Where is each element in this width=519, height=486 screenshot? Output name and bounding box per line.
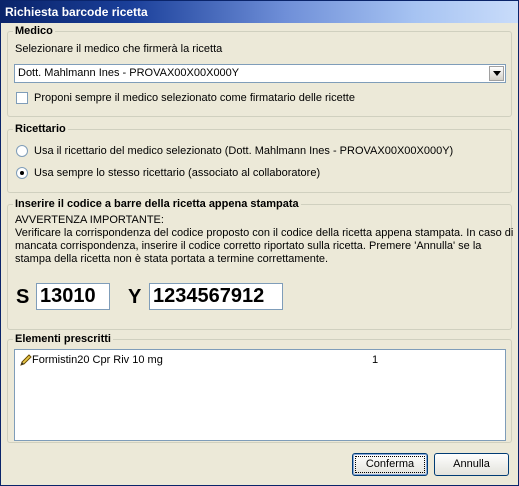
warning-title: AVVERTENZA IMPORTANTE:	[15, 214, 164, 226]
barcode-group: Inserire il codice a barre della ricetta…	[7, 198, 514, 330]
y-label: Y	[128, 286, 142, 308]
s-label: S	[16, 286, 30, 308]
propose-medico-checkbox[interactable]	[16, 92, 28, 104]
cancel-button[interactable]: Annulla	[434, 453, 509, 476]
y-code-input[interactable]: 1234567912	[149, 283, 283, 310]
window-title: Richiesta barcode ricetta	[5, 5, 148, 19]
radio-selected-dot	[20, 171, 24, 175]
ricettario-group: Ricettario Usa il ricettario del medico …	[7, 123, 512, 193]
medico-group: Medico Selezionare il medico che firmerà…	[7, 25, 512, 117]
s-code-input[interactable]: 13010	[36, 283, 110, 310]
warning-line-2: mancata corrispondenza, inserire il codi…	[15, 240, 482, 252]
item-quantity: 1	[372, 354, 379, 366]
medico-select[interactable]: Dott. Mahlmann Ines - PROVAX00X00X000Y	[14, 64, 506, 83]
pencil-icon	[19, 353, 33, 370]
list-item[interactable]: Formistin20 Cpr Riv 10 mg 1	[15, 353, 505, 369]
medico-select-value: Dott. Mahlmann Ines - PROVAX00X00X000Y	[18, 67, 240, 79]
ricettario-option1-radio[interactable]	[16, 145, 28, 157]
title-bar[interactable]: Richiesta barcode ricetta	[1, 1, 518, 23]
warning-line-3: stampa della ricetta non è stata portata…	[15, 253, 329, 265]
warning-line-1: Verificare la corrispondenza del codice …	[15, 227, 514, 239]
chevron-down-icon[interactable]	[489, 66, 504, 81]
propose-medico-label: Proponi sempre il medico selezionato com…	[34, 92, 355, 104]
ricettario-legend: Ricettario	[15, 123, 66, 135]
elementi-legend: Elementi prescritti	[15, 333, 111, 345]
confirm-button[interactable]: Conferma	[352, 453, 428, 476]
ricettario-option1-label: Usa il ricettario del medico selezionato…	[34, 145, 454, 157]
ricettario-option2-label: Usa sempre lo stesso ricettario (associa…	[34, 167, 321, 179]
dialog-window: Richiesta barcode ricetta Medico Selezio…	[0, 0, 519, 486]
item-name: Formistin20 Cpr Riv 10 mg	[32, 354, 163, 366]
elementi-group: Elementi prescritti Formistin20 Cpr Riv …	[7, 333, 512, 443]
medico-instruction: Selezionare il medico che firmerà la ric…	[15, 43, 223, 55]
ricettario-option2-radio[interactable]	[16, 167, 28, 179]
prescribed-items-list[interactable]: Formistin20 Cpr Riv 10 mg 1	[14, 349, 506, 441]
barcode-legend: Inserire il codice a barre della ricetta…	[15, 198, 299, 210]
medico-legend: Medico	[15, 25, 53, 37]
